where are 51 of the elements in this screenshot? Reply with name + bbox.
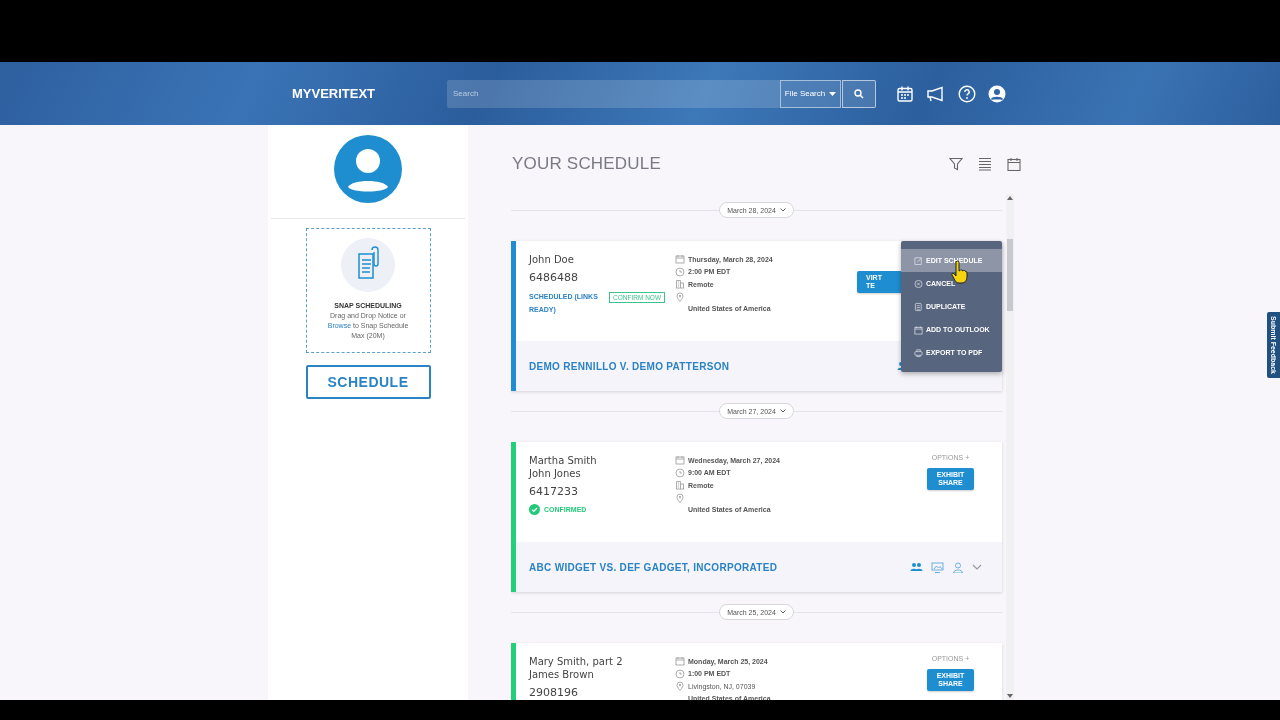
witness-name: Martha Smith (529, 454, 598, 467)
user-icon[interactable] (988, 84, 1006, 103)
document-clip-icon (341, 238, 395, 292)
search-button[interactable] (842, 79, 876, 108)
chevron-down-icon (779, 409, 786, 413)
clock-icon (675, 467, 685, 478)
cancel-icon (914, 278, 923, 289)
witness-name: James Brown (529, 668, 595, 681)
building-icon (675, 279, 685, 290)
caret-icon (829, 91, 837, 96)
page-title: YOUR SCHEDULE (512, 154, 662, 174)
check-circle-icon (529, 504, 540, 515)
witness-name: John Doe (529, 253, 575, 266)
list-view-icon[interactable] (978, 157, 992, 171)
calendar-icon (675, 656, 685, 667)
search-icon (854, 88, 864, 99)
people-icon[interactable] (910, 561, 923, 573)
scrollbar[interactable] (1006, 194, 1014, 700)
job-number: 6417233 (529, 485, 579, 498)
witness-name: John Jones (529, 467, 582, 480)
building-icon (675, 480, 685, 491)
location-pin-icon (675, 291, 685, 302)
calendar-icon (914, 324, 923, 335)
document-icon (914, 301, 923, 312)
calendar-icon[interactable] (896, 84, 914, 103)
calendar-icon (675, 455, 685, 466)
job-number: 6486488 (529, 271, 579, 284)
app-logo[interactable]: MYVERITEXT (292, 86, 447, 101)
location-pin-icon (675, 492, 685, 503)
avatar-icon (334, 135, 402, 203)
help-icon[interactable] (958, 84, 976, 103)
calendar-icon[interactable] (1007, 157, 1021, 171)
case-title[interactable]: DEMO RENNILLO V. DEMO PATTERSON (529, 360, 730, 372)
chevron-down-icon (779, 208, 786, 212)
location-pin-icon (675, 681, 685, 692)
calendar-icon (675, 254, 685, 265)
search-scope-dropdown[interactable]: File Search (780, 79, 841, 108)
chevron-down-icon (779, 610, 786, 614)
scroll-up-icon[interactable] (1007, 196, 1013, 200)
witness-name: Mary Smith, part 2 (529, 655, 624, 668)
job-number: 2908196 (529, 686, 579, 699)
megaphone-icon[interactable] (926, 85, 946, 102)
printer-icon (914, 347, 923, 358)
filter-icon[interactable] (949, 157, 963, 171)
chevron-down-icon[interactable] (972, 564, 982, 570)
clock-icon (675, 266, 685, 277)
edit-icon (914, 255, 923, 266)
scroll-down-icon[interactable] (1007, 694, 1013, 698)
schedule-button[interactable]: SCHEDULE (305, 365, 431, 399)
clock-icon (675, 668, 685, 679)
case-title[interactable]: ABC WIDGET VS. DEF GADGET, INCORPORATED (529, 561, 778, 573)
